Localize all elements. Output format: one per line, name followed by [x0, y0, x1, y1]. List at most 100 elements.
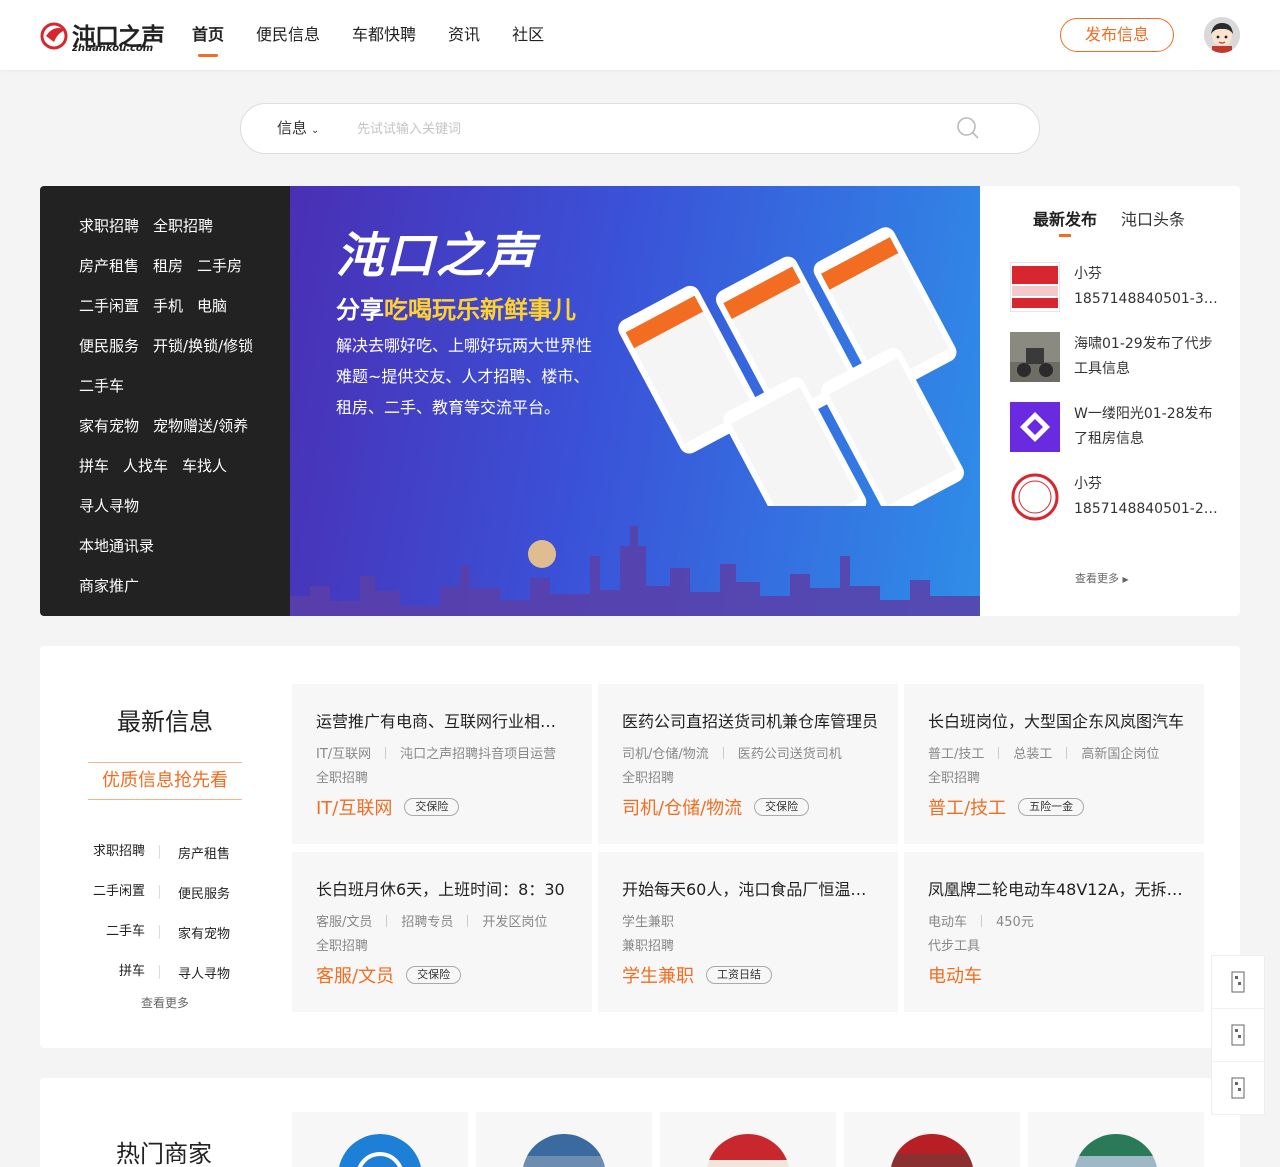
side-link[interactable]: 寻人寻物	[160, 963, 230, 982]
purple-app-icon	[1010, 402, 1060, 452]
merchant-card[interactable]	[1028, 1112, 1204, 1167]
side-link[interactable]: 拼车	[80, 965, 160, 979]
city-skyline-image	[290, 526, 980, 616]
side-link[interactable]: 便民服务	[160, 883, 230, 902]
merchant-storefront-icon	[890, 1134, 974, 1167]
info-card[interactable]: 运营推广有电商、互联网行业相关经验优先 IT/互联网 沌口之声招聘抖音项目运营 全…	[292, 684, 592, 844]
banner-desc-line: 解决去哪好吃、上哪好玩两大世界性	[336, 336, 593, 355]
nav-home[interactable]: 首页	[192, 0, 224, 70]
info-more-link[interactable]: 查看更多	[88, 994, 242, 1011]
latest-item[interactable]: 小芬 1857148840501-30发布了全职招聘信息	[1010, 262, 1220, 312]
latest-item-title: W一缕阳光01-28发布	[1074, 406, 1213, 422]
chevron-down-icon: ⌄	[311, 125, 320, 136]
side-link[interactable]: 二手闲置	[80, 885, 160, 899]
float-button-2[interactable]	[1212, 1009, 1264, 1062]
tag-divider	[998, 747, 1000, 759]
latest-item-subtitle: 了租房信息	[1074, 431, 1144, 447]
category-link[interactable]: 全职招聘	[153, 215, 213, 236]
category-link[interactable]: 二手车	[79, 375, 124, 396]
merchant-card[interactable]	[476, 1112, 652, 1167]
category-link[interactable]: 电脑	[197, 295, 227, 316]
welfare-badge: 交保险	[406, 966, 462, 984]
info-card[interactable]: 医药公司直招送货司机兼仓库管理员 司机/仓储/物流 医药公司送货司机 全职招聘 司…	[598, 684, 898, 844]
info-badge: 优质信息抢先看	[88, 762, 242, 800]
logo-domain: zhuankou.com	[72, 43, 154, 54]
merchant-card[interactable]	[292, 1112, 468, 1167]
search-input[interactable]	[357, 116, 957, 142]
card-title: 医药公司直招送货司机兼仓库管理员	[622, 712, 878, 731]
search-type-select[interactable]: 信息 ⌄	[277, 104, 319, 155]
slogan-highlight: 吃喝玩乐新鲜事儿	[384, 296, 576, 324]
category-link[interactable]: 手机	[153, 295, 183, 316]
card-category-row: 电动车	[928, 962, 982, 988]
latest-item[interactable]: 海啸01-29发布了代步 工具信息	[1010, 332, 1220, 382]
category-link[interactable]: 二手房	[197, 255, 242, 276]
merchant-card[interactable]	[660, 1112, 836, 1167]
tab-latest[interactable]: 最新发布	[1033, 206, 1097, 237]
latest-item[interactable]: 小芬 1857148840501-27发布了全职招聘信息	[1010, 472, 1220, 522]
category-link[interactable]: 寻人寻物	[79, 495, 139, 516]
tab-headlines[interactable]: 沌口头条	[1121, 206, 1185, 230]
category-link[interactable]: 人找车	[123, 455, 168, 476]
nav-jobs[interactable]: 车都快聘	[352, 0, 416, 70]
tag-divider	[722, 747, 724, 759]
welfare-badge: 交保险	[404, 798, 460, 816]
latest-more-link[interactable]: 查看更多 ▶	[1075, 570, 1129, 586]
nav-services[interactable]: 便民信息	[256, 0, 320, 70]
float-button-1[interactable]	[1212, 956, 1264, 1009]
nav-news[interactable]: 资讯	[448, 0, 480, 70]
category-link[interactable]: 租房	[153, 255, 183, 276]
category-link[interactable]: 拼车	[79, 455, 109, 476]
card-tag: 医药公司送货司机	[737, 747, 842, 762]
merchants-title: 热门商家	[116, 1140, 212, 1167]
side-link[interactable]: 二手车	[80, 925, 160, 939]
tag-divider	[1066, 747, 1068, 759]
daily-pay-stamp-icon	[1010, 472, 1060, 522]
card-type: 全职招聘	[622, 771, 675, 786]
info-card[interactable]: 凤凰牌二轮电动车48V12A，无拆无修 电动车 450元 代步工具 电动车	[904, 852, 1204, 1012]
info-card[interactable]: 开始每天60人，沌口食品厂恒温车间 学生兼职 兼职招聘 学生兼职 工资日结	[598, 852, 898, 1012]
card-title: 运营推广有电商、互联网行业相关经验优先	[316, 712, 572, 731]
avatar[interactable]	[1204, 17, 1240, 53]
side-link[interactable]: 家有宠物	[160, 923, 230, 942]
merchant-card[interactable]	[844, 1112, 1020, 1167]
nav-community[interactable]: 社区	[512, 0, 544, 70]
float-button-3[interactable]	[1212, 1062, 1264, 1115]
site-logo[interactable]: 沌口之声 zhuankou.com	[40, 16, 165, 56]
category-link[interactable]: 便民服务	[79, 335, 139, 356]
card-tag: 沌口之声招聘抖音项目运营	[400, 747, 557, 762]
category-row-pets: 家有宠物 宠物赠送/领养	[40, 405, 290, 445]
card-type: 全职招聘	[316, 939, 369, 954]
card-category: 电动车	[928, 966, 982, 987]
side-link[interactable]: 房产租售	[160, 843, 230, 862]
card-type: 全职招聘	[928, 771, 981, 786]
category-link[interactable]: 车找人	[182, 455, 227, 476]
info-card[interactable]: 长白班岗位，大型国企东风岚图汽车 普工/技工 总装工 高新国企岗位 全职招聘 普工/…	[904, 684, 1204, 844]
category-link[interactable]: 开锁/换锁/修锁	[153, 335, 253, 356]
card-tag: 普工/技工	[928, 747, 985, 762]
card-category: IT/互联网	[316, 798, 393, 819]
category-link[interactable]: 商家推广	[79, 575, 139, 596]
top-header: 沌口之声 zhuankou.com 首页 便民信息 车都快聘 资讯 社区 发布信…	[0, 0, 1280, 70]
category-link[interactable]: 本地通讯录	[79, 535, 154, 556]
latest-item-title: 小芬	[1074, 476, 1102, 492]
banner-desc-line: 难题~提供交友、人才招聘、楼市、	[336, 367, 590, 386]
latest-item-subtitle: 工具信息	[1074, 361, 1130, 377]
card-tag: 高新国企岗位	[1081, 747, 1160, 762]
search-icon[interactable]	[956, 116, 980, 140]
publish-button[interactable]: 发布信息	[1060, 18, 1174, 52]
side-link[interactable]: 求职招聘	[80, 845, 160, 859]
category-link[interactable]: 求职招聘	[79, 215, 139, 236]
info-card[interactable]: 长白班月休6天，上班时间：8：30 客服/文员 招聘专员 开发区岗位 全职招聘 客服…	[292, 852, 592, 1012]
card-title: 开始每天60人，沌口食品厂恒温车间	[622, 880, 878, 899]
latest-item[interactable]: W一缕阳光01-28发布 了租房信息	[1010, 402, 1220, 452]
category-link[interactable]: 宠物赠送/领养	[153, 415, 248, 436]
card-type: 兼职招聘	[622, 939, 675, 954]
category-link[interactable]: 二手闲置	[79, 295, 139, 316]
category-link[interactable]: 家有宠物	[79, 415, 139, 436]
scooter-photo-icon	[1010, 332, 1060, 382]
hero-banner[interactable]: 沌口之声 分享吃喝玩乐新鲜事儿 解决去哪好吃、上哪好玩两大世界性 难题~提供交友…	[290, 186, 980, 616]
tag-divider	[386, 915, 388, 927]
merchant-storefront-icon	[1074, 1134, 1158, 1167]
category-link[interactable]: 房产租售	[79, 255, 139, 276]
